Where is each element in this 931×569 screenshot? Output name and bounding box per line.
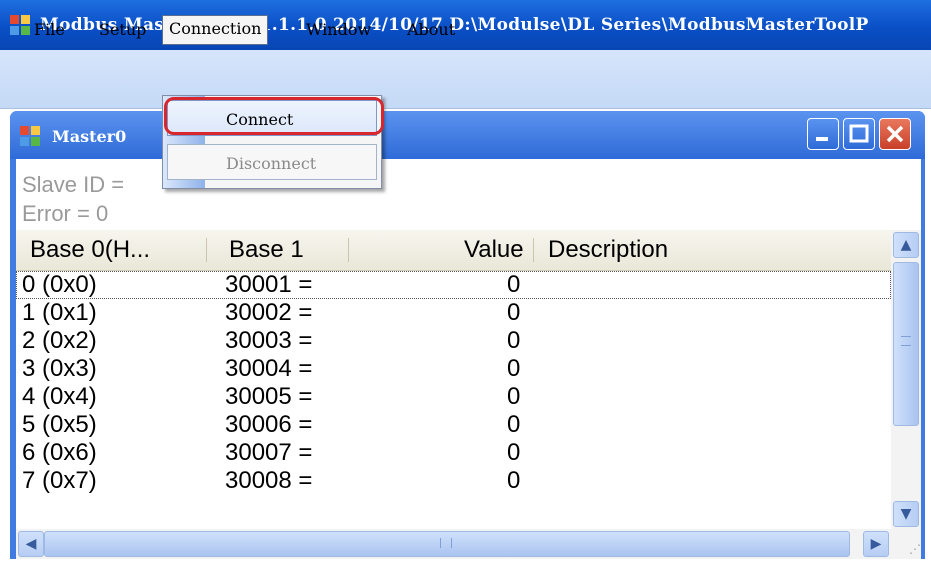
- menu-connection[interactable]: Connection: [162, 15, 269, 45]
- column-description[interactable]: Description: [548, 236, 668, 264]
- menu-about[interactable]: About: [401, 16, 461, 44]
- table-row[interactable]: 0 (0x0) 30001 = 0: [16, 271, 891, 299]
- cell-base1: 30005 =: [225, 383, 313, 410]
- register-list: 0 (0x0) 30001 = 0 1 (0x1) 30002 = 0 2 (0…: [16, 271, 891, 531]
- cell-base1: 30007 =: [225, 439, 313, 466]
- scroll-left-icon: ◀: [25, 536, 37, 552]
- column-separator[interactable]: [348, 238, 349, 262]
- size-grip[interactable]: ⋰: [891, 529, 921, 559]
- minimize-button[interactable]: [807, 118, 839, 150]
- table-row[interactable]: 7 (0x7) 30008 = 0: [16, 467, 891, 495]
- cell-base1: 30001 =: [225, 271, 313, 298]
- disconnect-label: Disconnect: [226, 154, 317, 173]
- cell-value: 0: [507, 411, 521, 438]
- cell-base0: 6 (0x6): [22, 439, 97, 466]
- thumb-grip: [440, 538, 452, 548]
- table-row[interactable]: 5 (0x5) 30006 = 0: [16, 411, 891, 439]
- thumb-grip: [901, 336, 911, 346]
- app-icon: [10, 15, 30, 35]
- cell-value: 0: [507, 271, 521, 298]
- menu-window[interactable]: Window: [300, 16, 377, 44]
- table-row[interactable]: 4 (0x4) 30005 = 0: [16, 383, 891, 411]
- scroll-up-icon: ▲: [900, 237, 912, 253]
- column-base0[interactable]: Base 0(H...: [30, 236, 150, 264]
- minimize-icon: [816, 137, 828, 141]
- column-separator[interactable]: [206, 238, 207, 262]
- cell-base0: 7 (0x7): [22, 467, 97, 494]
- cell-base1: 30004 =: [225, 355, 313, 382]
- cell-value: 0: [507, 355, 521, 382]
- cell-value: 0: [507, 439, 521, 466]
- scroll-right-button[interactable]: ▶: [863, 531, 889, 557]
- cell-base0: 3 (0x3): [22, 355, 97, 382]
- cell-base1: 30006 =: [225, 411, 313, 438]
- list-header: Base 0(H... Base 1 Value Description: [16, 230, 891, 271]
- child-window-title: Master0: [52, 127, 127, 146]
- cell-value: 0: [507, 467, 521, 494]
- table-row[interactable]: 1 (0x1) 30002 = 0: [16, 299, 891, 327]
- disconnect-menu-item: Disconnect: [167, 144, 377, 180]
- scroll-right-icon: ▶: [870, 536, 882, 552]
- cell-value: 0: [507, 327, 521, 354]
- scroll-up-button[interactable]: ▲: [893, 232, 919, 258]
- child-title-bar[interactable]: [10, 111, 925, 159]
- table-row[interactable]: 2 (0x2) 30003 = 0: [16, 327, 891, 355]
- scroll-left-button[interactable]: ◀: [18, 531, 44, 557]
- connect-highlight-annotation: [164, 97, 384, 135]
- scroll-down-icon: ▼: [900, 506, 912, 522]
- error-label: Error = 0: [22, 201, 109, 226]
- cell-base0: 1 (0x1): [22, 299, 97, 326]
- maximize-icon: [849, 124, 869, 143]
- cell-base0: 0 (0x0): [22, 271, 97, 298]
- menu-bar: [0, 50, 931, 109]
- scroll-down-button[interactable]: ▼: [893, 501, 919, 527]
- column-separator[interactable]: [533, 238, 534, 262]
- cell-base1: 30003 =: [225, 327, 313, 354]
- cell-value: 0: [507, 299, 521, 326]
- column-base1[interactable]: Base 1: [229, 236, 304, 264]
- table-row[interactable]: 3 (0x3) 30004 = 0: [16, 355, 891, 383]
- cell-base0: 4 (0x4): [22, 383, 97, 410]
- close-button[interactable]: [879, 118, 911, 150]
- table-row[interactable]: 6 (0x6) 30007 = 0: [16, 439, 891, 467]
- menu-setup[interactable]: Setup: [93, 16, 152, 44]
- cell-value: 0: [507, 383, 521, 410]
- cell-base0: 2 (0x2): [22, 327, 97, 354]
- column-value[interactable]: Value: [464, 236, 524, 264]
- close-icon: [886, 125, 904, 143]
- menu-file[interactable]: File: [28, 16, 71, 44]
- cell-base1: 30002 =: [225, 299, 313, 326]
- child-window-icon: [20, 126, 40, 146]
- cell-base0: 5 (0x5): [22, 411, 97, 438]
- cell-base1: 30008 =: [225, 467, 313, 494]
- maximize-button[interactable]: [843, 118, 875, 150]
- slave-id-label: Slave ID =: [22, 172, 125, 197]
